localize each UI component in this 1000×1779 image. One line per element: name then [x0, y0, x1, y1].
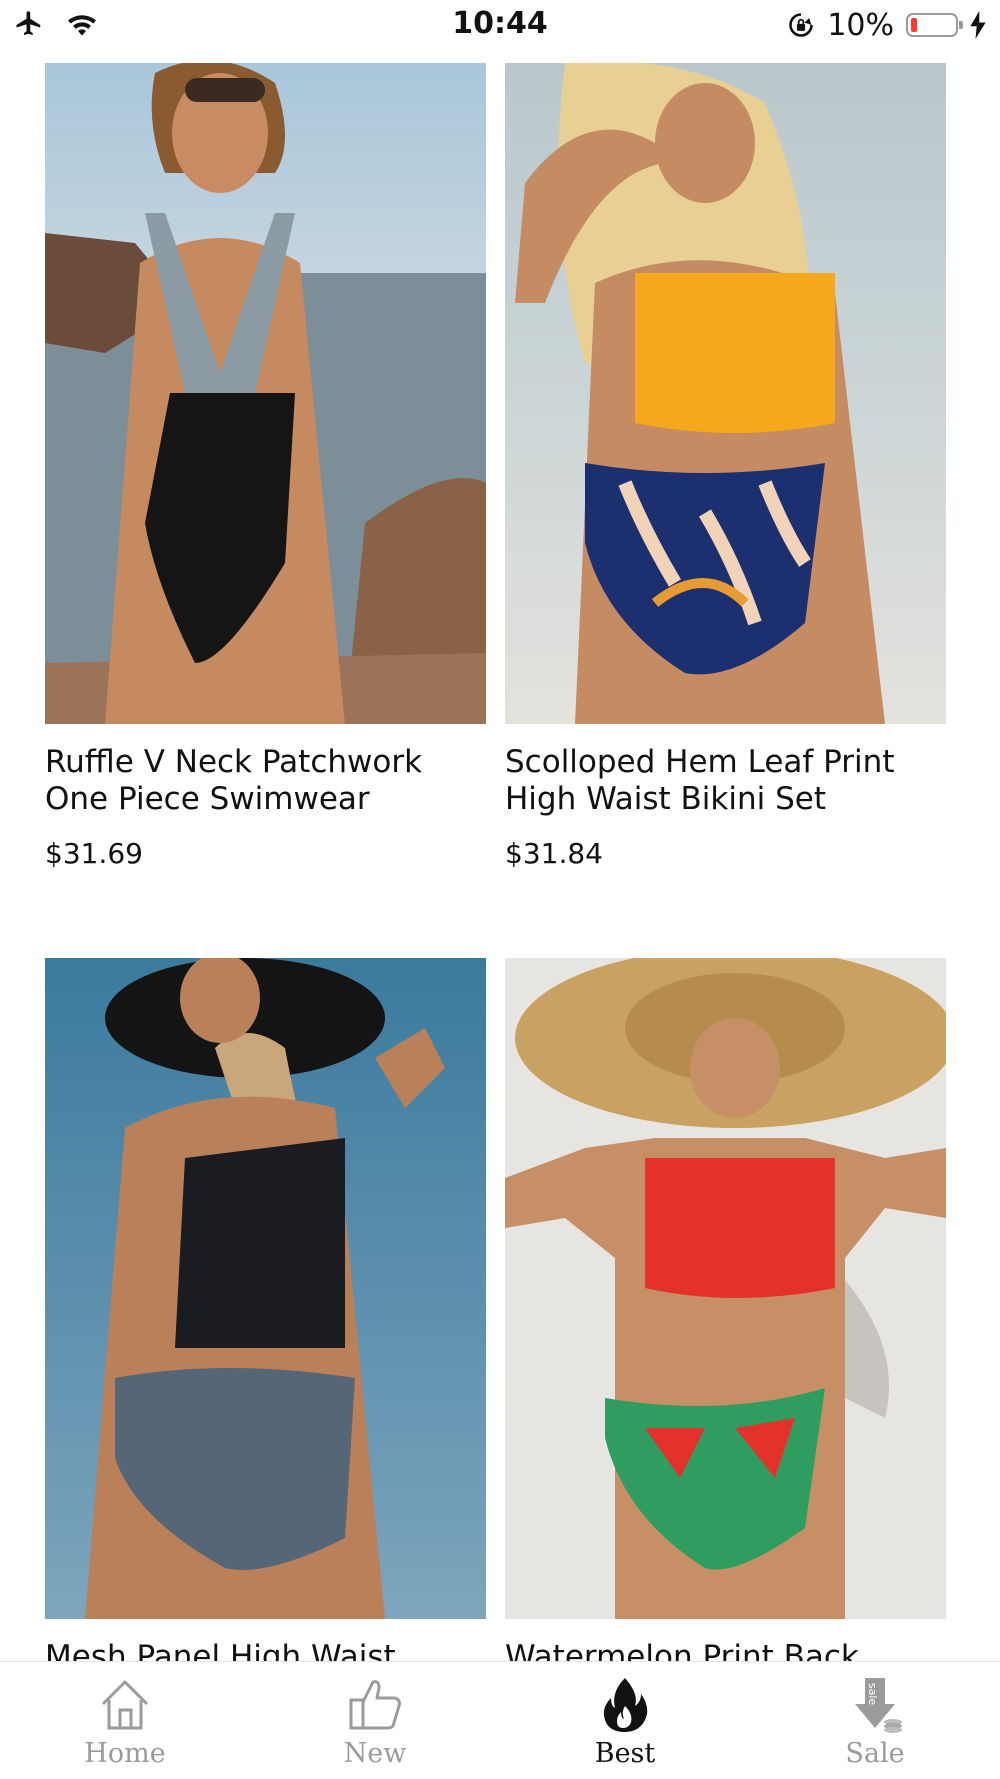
home-icon [101, 1680, 149, 1730]
product-card[interactable]: Mesh Panel High Waist [45, 958, 486, 1695]
tab-new[interactable]: New [250, 1662, 500, 1779]
sale-tag-icon: sale [855, 1678, 902, 1733]
bottom-tab-bar: Home New Best sale Sale [0, 1661, 1000, 1779]
charging-bolt-icon [970, 11, 986, 39]
battery-icon [906, 13, 963, 37]
tab-label: Sale [845, 1738, 905, 1769]
flame-icon [603, 1678, 648, 1732]
product-image[interactable] [505, 63, 946, 724]
product-card[interactable]: Scolloped Hem Leaf Print High Waist Biki… [505, 63, 946, 870]
orientation-lock-icon [789, 13, 814, 37]
tab-home[interactable]: Home [0, 1662, 250, 1779]
product-image[interactable] [45, 63, 486, 724]
product-name[interactable]: Ruffle V Neck Patchwork One Piece Swimwe… [45, 744, 486, 818]
tab-label: Home [84, 1738, 166, 1769]
tab-sale[interactable]: sale Sale [750, 1662, 1000, 1779]
thumbs-up-icon [349, 1680, 401, 1730]
tab-label: Best [594, 1738, 656, 1769]
battery-percent: 10% [827, 7, 894, 43]
product-image[interactable] [45, 958, 486, 1619]
product-image[interactable] [505, 958, 946, 1619]
product-name[interactable]: Scolloped Hem Leaf Print High Waist Biki… [505, 744, 946, 818]
product-card[interactable]: Ruffle V Neck Patchwork One Piece Swimwe… [45, 63, 486, 870]
status-bar: 10:44 10% [0, 0, 1000, 52]
product-card[interactable]: Watermelon Print Back [505, 958, 946, 1695]
tab-label: New [343, 1738, 407, 1769]
product-price: $31.69 [45, 837, 143, 870]
product-price: $31.84 [505, 837, 603, 870]
svg-text:sale: sale [866, 1683, 879, 1706]
tab-best[interactable]: Best [500, 1662, 750, 1779]
